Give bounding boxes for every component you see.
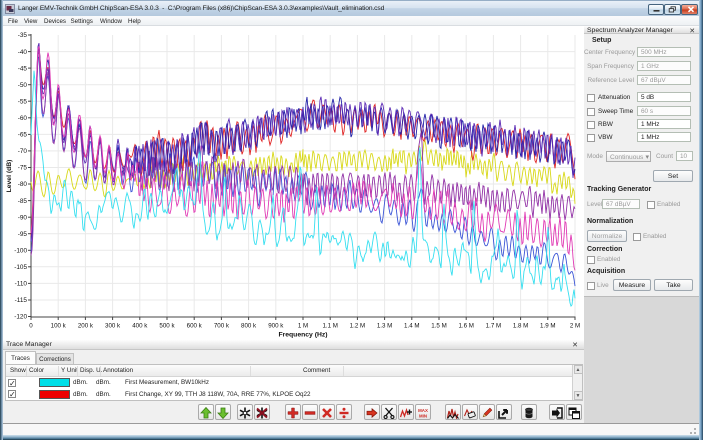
svg-text:1.3 M: 1.3 M [377, 323, 392, 330]
svg-text:1.1 M: 1.1 M [322, 323, 337, 330]
svg-text:900 k: 900 k [268, 323, 284, 330]
svg-text:100 k: 100 k [51, 323, 67, 330]
svg-text:200 k: 200 k [78, 323, 94, 330]
svg-text:2 M: 2 M [570, 323, 580, 330]
svg-text:1.6 M: 1.6 M [458, 323, 473, 330]
svg-text:-90: -90 [18, 214, 28, 221]
svg-text:400 k: 400 k [132, 323, 148, 330]
svg-text:-75: -75 [18, 165, 28, 172]
svg-text:1.9 M: 1.9 M [540, 323, 555, 330]
svg-text:-120: -120 [14, 314, 27, 321]
svg-text:-85: -85 [18, 198, 28, 205]
svg-text:-80: -80 [18, 181, 28, 188]
svg-text:-115: -115 [15, 297, 28, 304]
svg-text:1.2 M: 1.2 M [350, 323, 365, 330]
svg-text:700 k: 700 k [214, 323, 230, 330]
svg-text:-45: -45 [18, 65, 28, 72]
svg-text:-55: -55 [18, 98, 28, 105]
svg-text:-110: -110 [15, 281, 28, 288]
svg-text:300 k: 300 k [105, 323, 121, 330]
svg-text:-105: -105 [14, 264, 27, 271]
svg-text:-70: -70 [18, 148, 28, 155]
svg-text:500 k: 500 k [159, 323, 175, 330]
svg-text:1.4 M: 1.4 M [404, 323, 419, 330]
svg-text:1.7 M: 1.7 M [486, 323, 501, 330]
svg-text:-100: -100 [14, 248, 27, 255]
svg-text:Level (dB): Level (dB) [6, 160, 13, 193]
svg-text:MIN: MIN [419, 414, 427, 419]
svg-text:-60: -60 [18, 115, 28, 122]
svg-text:-40: -40 [18, 49, 28, 56]
svg-text:MAX: MAX [418, 408, 428, 413]
svg-text:-35: -35 [18, 32, 28, 39]
svg-text:600 k: 600 k [187, 323, 203, 330]
svg-text:-65: -65 [18, 132, 28, 139]
svg-text:1.5 M: 1.5 M [431, 323, 446, 330]
svg-text:-50: -50 [18, 82, 28, 89]
svg-text:1 M: 1 M [298, 323, 308, 330]
svg-text:1.8 M: 1.8 M [513, 323, 528, 330]
svg-text:Frequency (Hz): Frequency (Hz) [278, 332, 327, 339]
svg-text:0: 0 [29, 323, 33, 330]
svg-text:-95: -95 [18, 231, 28, 238]
svg-text:800 k: 800 k [241, 323, 257, 330]
